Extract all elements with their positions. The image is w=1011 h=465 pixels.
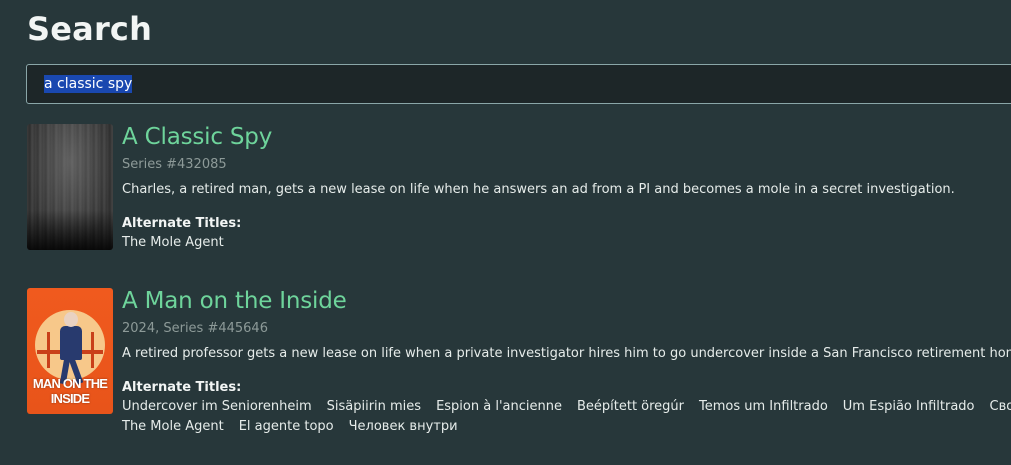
poster-caption: MAN ON THE INSIDE: [32, 376, 108, 406]
alternate-title: Человек внутри: [348, 419, 458, 434]
alternate-title: The Mole Agent: [122, 419, 224, 434]
poster-image[interactable]: [27, 124, 113, 250]
alternate-title: Temos um Infiltrado: [699, 399, 828, 414]
alternate-title: El agente topo: [238, 419, 334, 434]
alternate-titles-label: Alternate Titles:: [122, 380, 242, 395]
alternate-titles-list: The Mole Agent: [122, 233, 1011, 253]
alternate-title: Espion à l'ancienne: [436, 399, 562, 414]
page-title: Search: [27, 10, 153, 48]
search-input[interactable]: a classic spy: [26, 64, 1011, 104]
result-description: Charles, a retired man, gets a new lease…: [122, 182, 955, 197]
alternate-title: Sisäpiirin mies: [326, 399, 422, 414]
result-title[interactable]: A Classic Spy: [122, 124, 1011, 150]
alternate-titles-label: Alternate Titles:: [122, 216, 242, 231]
result-meta: Series #432085: [122, 157, 227, 172]
result-title[interactable]: A Man on the Inside: [122, 288, 1011, 314]
result-meta: 2024, Series #445646: [122, 321, 268, 336]
poster-figure-body: [60, 326, 82, 360]
poster-figure-head: [64, 312, 78, 327]
alternate-title: The Mole Agent: [122, 235, 224, 250]
alternate-title: Undercover im Seniorenheim: [122, 399, 312, 414]
poster-image[interactable]: MAN ON THE INSIDE: [27, 288, 113, 414]
alternate-title: Um Espião Infiltrado: [842, 399, 975, 414]
alternate-title: Сво: [989, 399, 1011, 414]
search-query-text[interactable]: a classic spy: [44, 75, 133, 93]
alternate-titles-list: Undercover im Seniorenheim Sisäpiirin mie…: [122, 397, 1011, 437]
alternate-title: Beépített öregúr: [576, 399, 685, 414]
result-description: A retired professor gets a new lease on …: [122, 346, 1011, 361]
